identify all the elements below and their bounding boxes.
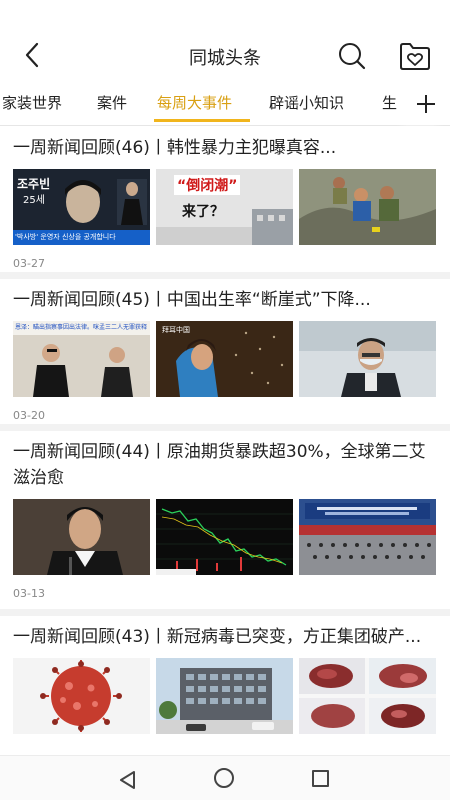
news-item[interactable]: 一周新闻回顾(43)丨新冠病毒已突变，方正集团破产...	[0, 616, 450, 754]
news-thumbnail[interactable]	[13, 499, 150, 575]
status-bar	[0, 0, 450, 20]
bayer-caption: 拜耳中国	[162, 326, 190, 334]
add-tab-button[interactable]	[408, 84, 444, 124]
conference-hall-image	[299, 499, 436, 575]
stock-chart-image	[156, 499, 293, 575]
news-thumbnails: 조주빈 25세 '박사방' 운영자 신상을 공개합니다 “倒闭潮” 来了？	[13, 169, 437, 245]
news-title[interactable]: 一周新闻回顾(43)丨新冠病毒已突变，方正集团破产...	[13, 616, 437, 650]
official-masked-image	[299, 321, 436, 397]
news-thumbnail[interactable]	[299, 321, 436, 397]
tab-weekly-events[interactable]: 每周大事件	[157, 92, 232, 113]
news-item[interactable]: 一周新闻回顾(46)丨韩性暴力主犯曝真容... 조주빈 25세 '박사방' 운영…	[0, 127, 450, 279]
title-bar: 同城头条	[0, 20, 450, 90]
news-thumbnails: 恩泽：瞄出指察事因出法律。咪孟三二人无罪获释！ 拜耳中国	[13, 321, 437, 397]
heart-folder-icon	[400, 43, 430, 70]
news-thumbnail[interactable]	[156, 658, 293, 734]
news-thumbnail[interactable]	[299, 658, 436, 734]
tab-cases[interactable]: 案件	[97, 92, 127, 113]
news-title[interactable]: 一周新闻回顾(44)丨原油期货暴跌超30%，全球第二艾滋治愈	[13, 431, 437, 491]
news-thumbnail[interactable]	[299, 169, 436, 245]
news-feed[interactable]: 一周新闻回顾(46)丨韩性暴力主犯曝真容... 조주빈 25세 '박사방' 운영…	[0, 127, 450, 754]
active-tab-indicator	[154, 119, 250, 122]
mugshot-name: 조주빈	[17, 177, 51, 191]
tab-rumor-knowledge[interactable]: 辟谣小知识	[269, 92, 344, 113]
suited-men-image	[13, 321, 150, 397]
pathology-image	[299, 658, 436, 734]
tab-home-decor[interactable]: 家装世界	[2, 92, 62, 113]
news-thumbnail[interactable]	[156, 499, 293, 575]
closure-headline: “倒闭潮”	[174, 175, 241, 195]
closure-subline: 来了？	[182, 204, 224, 220]
news-thumbnail[interactable]: 拜耳中国	[156, 321, 293, 397]
suited-caption: 恩泽：瞄出指察事因出法律。咪孟三二人无罪获释！	[15, 324, 148, 331]
category-tabs: 家装世界 案件 每周大事件 辟谣小知识 生	[0, 82, 450, 126]
news-thumbnail[interactable]: “倒闭潮” 来了？	[156, 169, 293, 245]
young-man-image	[13, 499, 150, 575]
coronavirus-image	[13, 658, 150, 734]
news-thumbnail[interactable]: 恩泽：瞄出指察事因出法律。咪孟三二人无罪获释！	[13, 321, 150, 397]
news-date: 03-13	[13, 587, 45, 600]
nav-home-circle-icon[interactable]	[214, 768, 234, 788]
mugshot-caption: '박사방' 운영자 신상을 공개합니다	[15, 233, 116, 241]
favorites-button[interactable]	[398, 40, 432, 72]
mugshot-age: 25세	[23, 195, 45, 206]
system-nav-bar	[0, 755, 450, 800]
search-button[interactable]	[336, 40, 368, 72]
office-building-image	[156, 658, 293, 734]
news-thumbnails	[13, 658, 437, 734]
news-title[interactable]: 一周新闻回顾(45)丨中国出生率“断崖式”下降...	[13, 279, 437, 313]
news-date: 03-27	[13, 257, 45, 270]
tab-life[interactable]: 生	[382, 92, 397, 113]
search-icon	[339, 43, 366, 70]
news-date	[13, 734, 437, 754]
nav-recents-square-icon[interactable]	[312, 770, 329, 787]
rescue-scene-image	[299, 169, 436, 245]
news-item[interactable]: 一周新闻回顾(45)丨中国出生率“断崖式”下降... 恩泽：瞄出指察事因出法律。…	[0, 279, 450, 431]
page-title: 同城头条	[189, 48, 261, 69]
news-thumbnails	[13, 499, 437, 575]
news-thumbnail[interactable]	[299, 499, 436, 575]
news-thumbnail[interactable]: 조주빈 25세 '박사방' 운영자 신상을 공개합니다	[13, 169, 150, 245]
news-item[interactable]: 一周新闻回顾(44)丨原油期货暴跌超30%，全球第二艾滋治愈 03-13	[0, 431, 450, 616]
news-title[interactable]: 一周新闻回顾(46)丨韩性暴力主犯曝真容...	[13, 127, 437, 161]
news-thumbnail[interactable]	[13, 658, 150, 734]
news-date: 03-20	[13, 409, 45, 422]
nav-back-triangle-icon[interactable]	[118, 770, 138, 790]
